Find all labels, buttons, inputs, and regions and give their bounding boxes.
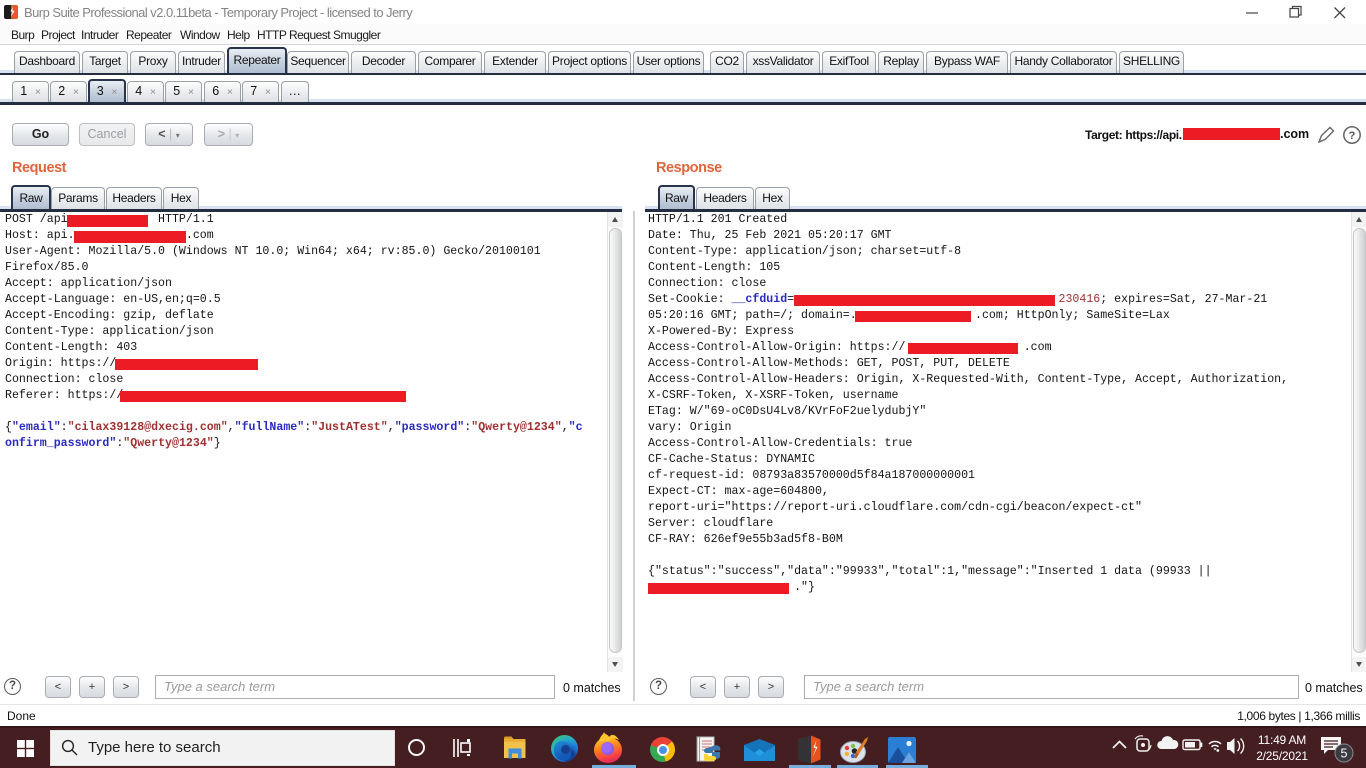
svg-text:5: 5 [1341,747,1348,761]
svg-text:?: ? [1349,130,1356,142]
